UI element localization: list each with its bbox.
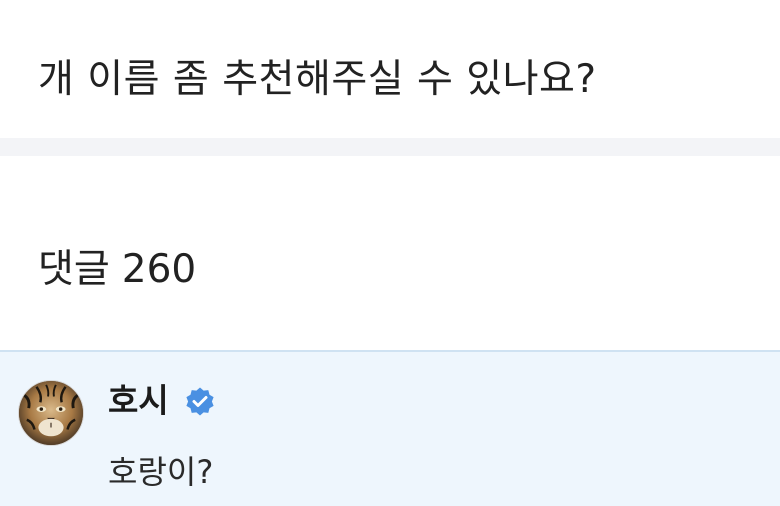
comments-count: 260 [121, 247, 197, 292]
comment-author-row: 호시 [108, 378, 217, 424]
question-section: 개 이름 좀 추천해주실 수 있나요? [0, 0, 780, 138]
comments-count-heading: 댓글 260 [38, 242, 196, 298]
tiger-avatar[interactable] [18, 380, 84, 446]
post-page: 개 이름 좀 추천해주실 수 있나요? 댓글 260 호시 호랑이? [0, 0, 780, 506]
comment-author-name[interactable]: 호시 [108, 378, 169, 424]
tiger-avatar-image [19, 381, 83, 445]
comment-text: 호랑이? [108, 453, 214, 491]
comment-item: 호시 호랑이? [0, 350, 780, 506]
comments-header: 댓글 260 [0, 156, 780, 350]
section-divider [0, 138, 780, 156]
verified-badge-icon [183, 384, 217, 418]
comments-label: 댓글 [38, 247, 110, 292]
question-title: 개 이름 좀 추천해주실 수 있나요? [38, 57, 597, 102]
